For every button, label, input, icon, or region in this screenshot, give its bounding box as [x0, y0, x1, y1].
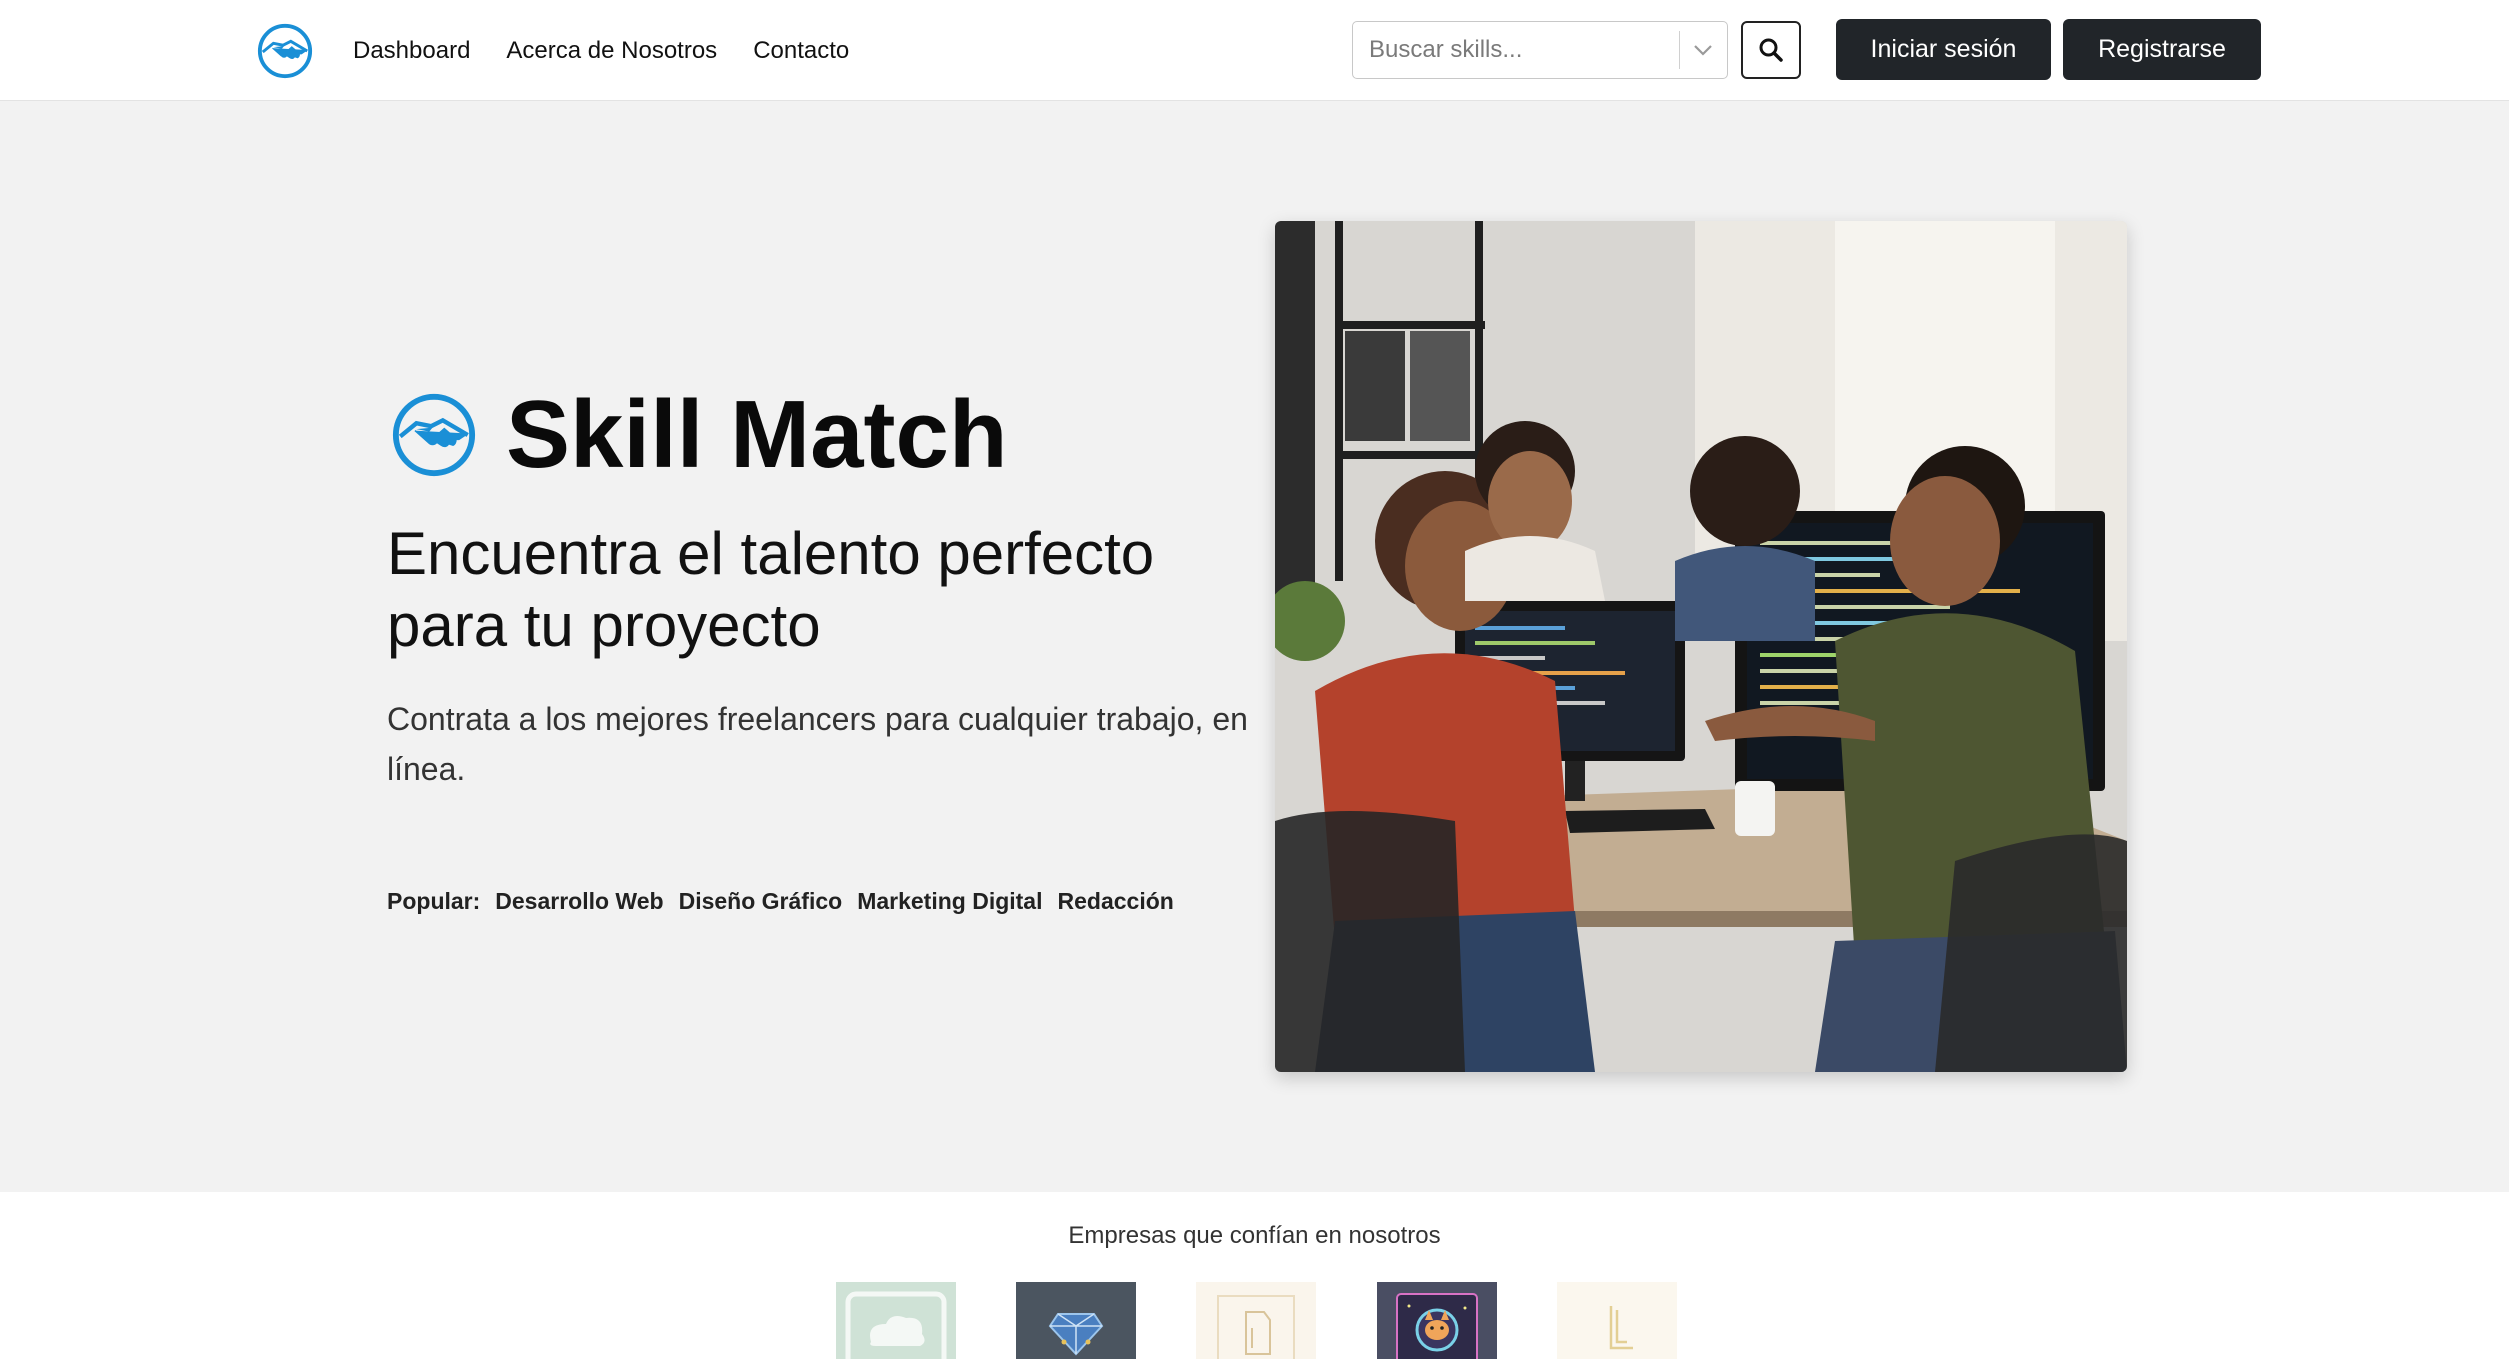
handshake-circle-icon [392, 393, 476, 477]
hero-subheading: Contrata a los mejores freelancers para … [387, 701, 1248, 787]
partner-logo-cat [1377, 1282, 1497, 1359]
chevron-down-icon [1694, 45, 1713, 56]
developers-photo-illustration [1275, 221, 2127, 1072]
brand-title: Skill Match [506, 381, 1008, 488]
partners-title: Empresas que confían en nosotros [1068, 1222, 1441, 1249]
register-button[interactable]: Registrarse [2063, 19, 2261, 80]
hero-brand: Skill Match [390, 380, 1007, 490]
top-navbar: Dashboard Acerca de Nosotros Contacto In… [0, 0, 2509, 101]
search-button[interactable] [1741, 21, 1801, 79]
handshake-logo-icon[interactable] [256, 22, 314, 80]
document-icon [1217, 1295, 1295, 1359]
letter-l-icon [1609, 1306, 1633, 1350]
popular-tag-web-dev[interactable]: Desarrollo Web [495, 888, 663, 915]
partner-logo-cloud [836, 1282, 956, 1359]
partner-logo-document [1196, 1282, 1316, 1359]
popular-tag-writing[interactable]: Redacción [1058, 888, 1174, 915]
popular-tag-graphic-design[interactable]: Diseño Gráfico [679, 888, 843, 915]
popular-label: Popular: [387, 888, 481, 914]
hero-heading: Encuentra el talento perfecto para tu pr… [387, 520, 1155, 659]
cat-astronaut-icon [1396, 1293, 1478, 1359]
partners-section: Empresas que confían en nosotros [0, 1192, 2509, 1359]
nav-link-dashboard[interactable]: Dashboard [353, 37, 470, 65]
partner-logo-diamond [1016, 1282, 1136, 1359]
cloud-icon [845, 1291, 947, 1359]
search-dropdown-toggle[interactable] [1680, 22, 1727, 78]
search-icon [1759, 38, 1783, 62]
search-box [1352, 21, 1728, 79]
partner-logo-letter-l [1557, 1282, 1677, 1359]
nav-link-about[interactable]: Acerca de Nosotros [506, 37, 717, 65]
hero-image-developers [1275, 221, 2127, 1072]
nav-link-contact[interactable]: Contacto [753, 37, 849, 65]
login-button[interactable]: Iniciar sesión [1836, 19, 2051, 80]
popular-tags: Popular: Desarrollo Web Diseño Gráfico M… [387, 888, 1174, 915]
diamond-circuit-icon [1048, 1313, 1104, 1356]
search-input[interactable] [1353, 22, 1679, 78]
popular-tag-digital-marketing[interactable]: Marketing Digital [857, 888, 1042, 915]
nav-links: Dashboard Acerca de Nosotros Contacto [353, 0, 849, 101]
